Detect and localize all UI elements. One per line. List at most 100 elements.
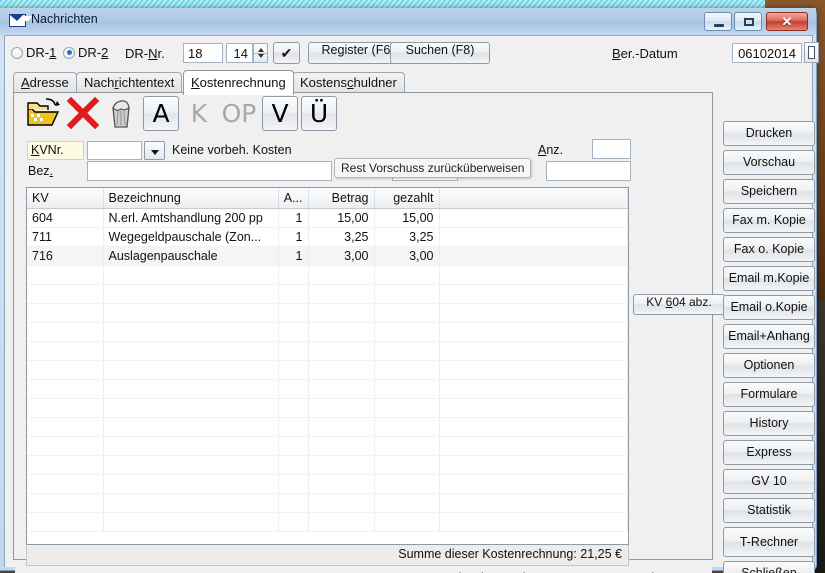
- action-button-schlie-en[interactable]: Schließen: [723, 561, 815, 573]
- action-button-formulare[interactable]: Formulare: [723, 382, 815, 407]
- table-row-empty[interactable]: [27, 474, 628, 493]
- grid-cell-empty: [308, 455, 374, 474]
- bez-input[interactable]: [87, 161, 332, 181]
- table-row[interactable]: 711Wegegeldpauschale (Zon...13,253,25: [27, 227, 628, 246]
- table-row-empty[interactable]: [27, 341, 628, 360]
- grid-cell-empty: [308, 360, 374, 379]
- grid-cell-empty: [27, 322, 103, 341]
- radio-dr-1-dot: [11, 47, 23, 59]
- tab-adresse[interactable]: Adresse: [13, 72, 77, 93]
- grid-cell-empty: [439, 474, 628, 493]
- grid-cell-empty: [374, 379, 439, 398]
- action-button-email-o-kopie[interactable]: Email o.Kopie: [723, 295, 815, 320]
- kvnr-input[interactable]: [87, 141, 142, 160]
- grid-cell-empty: [27, 398, 103, 417]
- action-button-email-anhang[interactable]: Email+Anhang: [723, 324, 815, 349]
- grid-cell-empty: [278, 512, 308, 531]
- drnr-sub-input[interactable]: [226, 43, 253, 63]
- table-row-empty[interactable]: [27, 322, 628, 341]
- radio-dr-2[interactable]: DR-2: [63, 45, 108, 60]
- grid-header-row: KV Bezeichnung A... Betrag gezahlt: [27, 188, 628, 208]
- tab-kostenschuldner[interactable]: Kostenschuldner: [292, 72, 405, 93]
- grid-cell-empty: [103, 436, 278, 455]
- grid-cell-betrag: 3,25: [308, 227, 374, 246]
- action-button-history[interactable]: History: [723, 411, 815, 436]
- action-button-fax-o-kopie[interactable]: Fax o. Kopie: [723, 237, 815, 262]
- action-button-speichern[interactable]: Speichern: [723, 179, 815, 204]
- nachrichten-window: Nachrichten ✕ DR-1 DR-2 DR-Nr.: [0, 8, 817, 571]
- grid-cell-empty: [27, 284, 103, 303]
- grid-cell-empty: [439, 303, 628, 322]
- delete-x-icon[interactable]: [67, 97, 99, 129]
- calendar-icon[interactable]: [804, 42, 819, 63]
- kostenrechnung-grid[interactable]: KV Bezeichnung A... Betrag gezahlt 604N.…: [26, 187, 629, 545]
- grid-cell-empty: [27, 360, 103, 379]
- kv-abziehen-button[interactable]: KV 604 abz.: [633, 294, 725, 315]
- action-button-optionen[interactable]: Optionen: [723, 353, 815, 378]
- grid-cell-empty: [103, 512, 278, 531]
- trash-icon[interactable]: [104, 97, 138, 129]
- toolbar-button-a[interactable]: A: [143, 96, 179, 131]
- col-header-anzahl[interactable]: A...: [278, 188, 308, 208]
- open-folder-icon[interactable]: [26, 97, 60, 129]
- tab-nachrichtentext[interactable]: Nachrichtentext: [76, 72, 182, 93]
- col-header-bezeichnung[interactable]: Bezeichnung: [103, 188, 278, 208]
- table-row-empty[interactable]: [27, 398, 628, 417]
- grid-cell-empty: [103, 455, 278, 474]
- action-button-statistik[interactable]: Statistik: [723, 498, 815, 523]
- drnr-spinner[interactable]: [253, 43, 268, 63]
- table-row-empty[interactable]: [27, 265, 628, 284]
- minimize-button[interactable]: [704, 12, 732, 31]
- toolbar-button-op: OP: [217, 96, 261, 131]
- close-button[interactable]: ✕: [766, 12, 808, 31]
- table-row-empty[interactable]: [27, 436, 628, 455]
- grid-cell-kv: 711: [27, 227, 103, 246]
- chevron-down-icon[interactable]: [144, 141, 165, 160]
- confirm-check-button[interactable]: ✔: [273, 42, 300, 64]
- action-button-gv-10[interactable]: GV 10: [723, 469, 815, 494]
- grid-cell-empty: [374, 265, 439, 284]
- grid-cell-gezahlt: 15,00: [374, 208, 439, 227]
- grid-cell-empty: [27, 379, 103, 398]
- grid-cell-anzahl: 1: [278, 246, 308, 265]
- table-row-empty[interactable]: [27, 303, 628, 322]
- search-button[interactable]: Suchen (F8): [390, 42, 490, 64]
- grid-cell-betrag: 15,00: [308, 208, 374, 227]
- table-row-empty[interactable]: [27, 360, 628, 379]
- action-button-email-m-kopie[interactable]: Email m.Kopie: [723, 266, 815, 291]
- action-button-fax-m-kopie[interactable]: Fax m. Kopie: [723, 208, 815, 233]
- grid-cell-empty: [308, 265, 374, 284]
- table-row[interactable]: 716Auslagenpauschale13,003,00: [27, 246, 628, 265]
- maximize-button[interactable]: [734, 12, 762, 31]
- tab-kostenrechnung[interactable]: Kostenrechnung: [183, 70, 294, 95]
- col-header-gezahlt[interactable]: gezahlt: [374, 188, 439, 208]
- toolbar-button-v[interactable]: V: [262, 96, 298, 131]
- title-bar[interactable]: Nachrichten ✕: [0, 8, 816, 35]
- grid-cell-empty: [374, 284, 439, 303]
- col-header-kv[interactable]: KV: [27, 188, 103, 208]
- ber-datum-input[interactable]: [732, 43, 802, 63]
- grid-cell-empty: [27, 303, 103, 322]
- grid-cell-empty: [27, 512, 103, 531]
- table-row-empty[interactable]: [27, 512, 628, 531]
- col-header-rest[interactable]: [439, 188, 628, 208]
- radio-dr-1[interactable]: DR-1: [11, 45, 56, 60]
- grid-cell-empty: [308, 512, 374, 531]
- grid-cell-anzahl: 1: [278, 208, 308, 227]
- drnr-input[interactable]: [183, 43, 223, 63]
- table-row-empty[interactable]: [27, 379, 628, 398]
- table-row-empty[interactable]: [27, 493, 628, 512]
- table-row-empty[interactable]: [27, 284, 628, 303]
- action-button-t-rechner[interactable]: T-Rechner: [723, 527, 815, 557]
- toolbar-button-ue[interactable]: Ü: [301, 96, 337, 131]
- radio-dr-1-label: DR-1: [26, 45, 56, 60]
- table-row[interactable]: 604N.erl. Amtshandlung 200 pp115,0015,00: [27, 208, 628, 227]
- action-button-express[interactable]: Express: [723, 440, 815, 465]
- action-button-drucken[interactable]: Drucken: [723, 121, 815, 146]
- table-row-empty[interactable]: [27, 455, 628, 474]
- anz-input[interactable]: [592, 139, 631, 159]
- gezahlt-input[interactable]: [546, 161, 631, 181]
- action-button-vorschau[interactable]: Vorschau: [723, 150, 815, 175]
- table-row-empty[interactable]: [27, 417, 628, 436]
- col-header-betrag[interactable]: Betrag: [308, 188, 374, 208]
